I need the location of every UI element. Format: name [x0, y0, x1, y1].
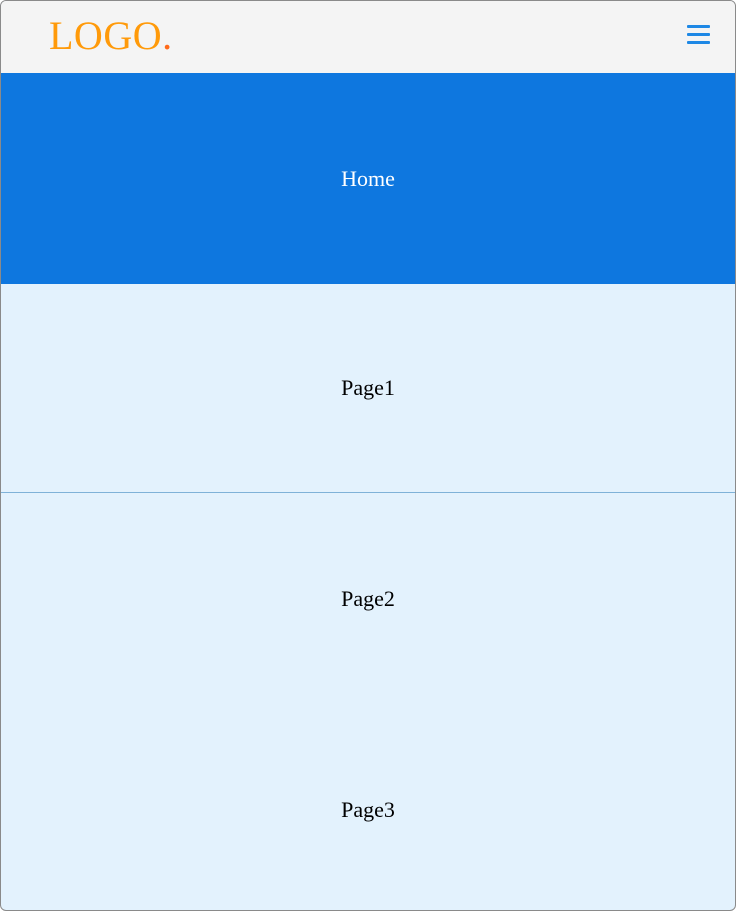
nav-menu: Home Page1 Page2 Page3: [1, 73, 735, 910]
logo[interactable]: LOGO.: [49, 14, 173, 58]
nav-item-label: Page3: [341, 797, 395, 822]
logo-dot: .: [162, 13, 173, 58]
top-header: LOGO.: [1, 1, 735, 73]
hamburger-menu-icon[interactable]: [687, 25, 711, 47]
nav-item-label: Home: [341, 165, 395, 191]
app-window: LOGO. Home Page1 Page2 Page3: [0, 0, 736, 911]
nav-item-page1[interactable]: Page1: [1, 284, 735, 493]
nav-item-label: Page1: [341, 375, 395, 400]
nav-item-page3[interactable]: Page3: [1, 704, 735, 910]
nav-item-page2[interactable]: Page2: [1, 493, 735, 704]
nav-item-home[interactable]: Home: [1, 73, 735, 284]
menu-bar-top: [687, 25, 710, 28]
nav-item-label: Page2: [341, 585, 395, 611]
menu-bar-bottom: [687, 41, 710, 44]
menu-bar-middle: [687, 33, 710, 36]
logo-text: LOGO: [49, 13, 163, 58]
